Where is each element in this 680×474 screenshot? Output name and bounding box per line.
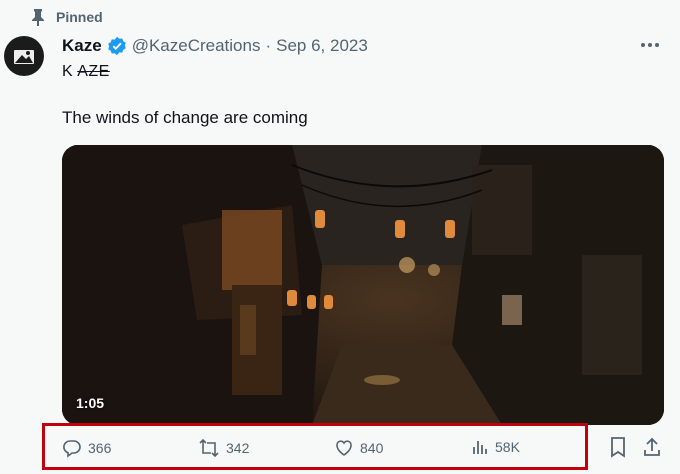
tweet-header: Kaze @KazeCreations · Sep 6, 2023 [62,36,368,56]
more-icon [641,43,659,47]
tweet-date[interactable]: Sep 6, 2023 [276,36,368,56]
repost-icon [199,438,219,458]
avatar[interactable] [4,36,44,76]
repost-count: 342 [226,440,250,456]
bio-plain: K [62,63,74,80]
pinned-label: Pinned [56,9,103,25]
views-icon [473,441,487,454]
verified-icon [107,36,126,56]
bookmark-icon [611,437,625,458]
like-count: 840 [360,440,384,456]
like-icon [336,440,352,456]
like-button[interactable]: 840 [334,438,383,458]
views-count: 58K [495,439,520,455]
share-icon [644,437,660,456]
bookmark-button[interactable] [608,436,628,463]
views-button[interactable]: 58K [471,438,520,456]
repost-button[interactable]: 342 [198,438,249,458]
meta-separator: · [265,36,272,55]
author-handle[interactable]: @KazeCreations [132,36,261,56]
pinned-indicator: Pinned [30,8,103,26]
pin-icon [32,9,44,26]
video-player[interactable]: 1:05 [62,145,664,425]
reply-count: 366 [88,440,112,456]
share-button[interactable] [642,436,662,463]
avatar-logo-icon [14,50,34,64]
bio-struck: AZE [77,63,110,80]
tweet-text: The winds of change are coming [62,108,308,127]
reply-button[interactable]: 366 [62,438,111,458]
video-thumbnail [62,145,664,425]
video-duration: 1:05 [76,395,105,411]
bio-line: K AZE [62,63,110,81]
reply-icon [63,440,81,458]
author-name[interactable]: Kaze [62,36,102,56]
more-button[interactable] [636,34,664,56]
